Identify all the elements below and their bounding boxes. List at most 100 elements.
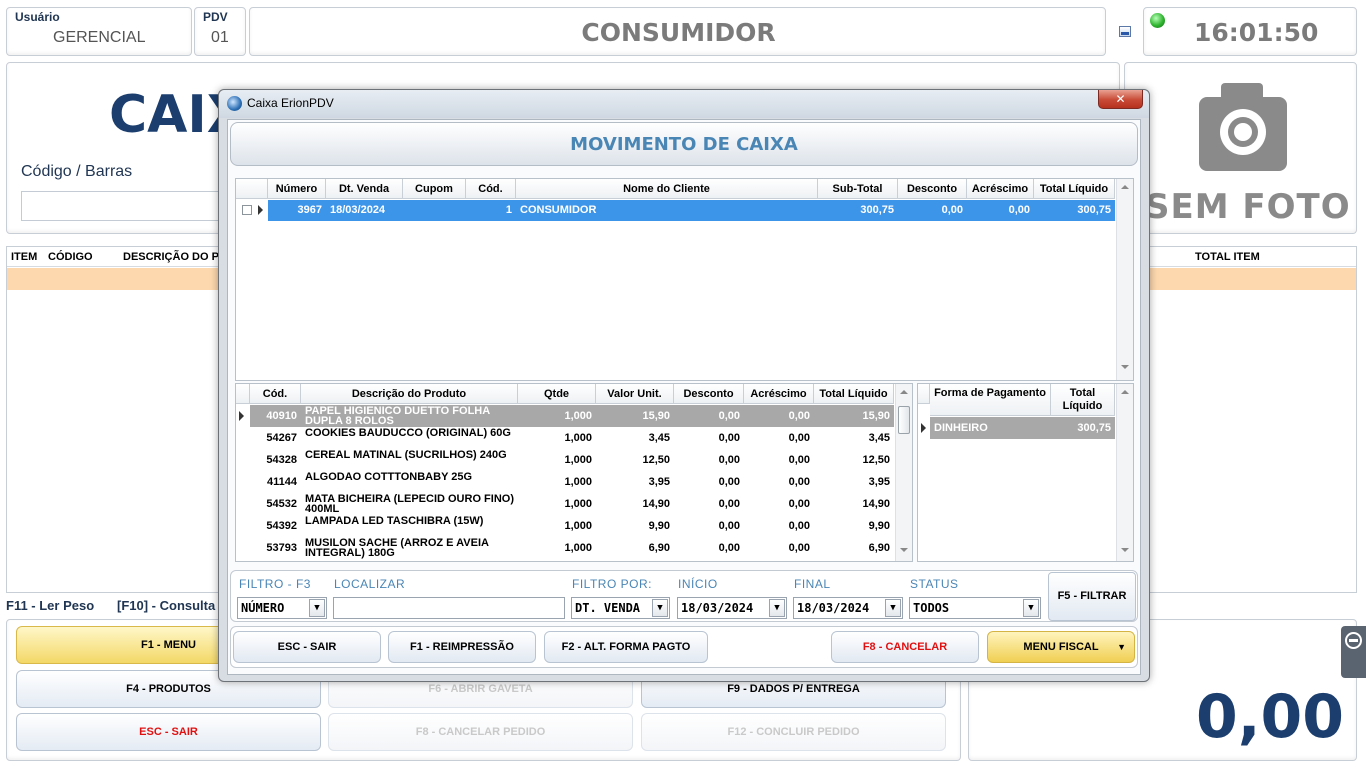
pay-col-forma-text: Forma de Pagamento	[934, 387, 1046, 399]
chevron-down-icon[interactable]: ▼	[1023, 599, 1039, 617]
filtro-por-label: FILTRO POR:	[572, 577, 652, 591]
final-label: FINAL	[794, 577, 831, 591]
product-cod: 54532	[266, 498, 297, 510]
prod-col-desconto[interactable]: Desconto	[674, 384, 744, 404]
close-icon: ✕	[1115, 92, 1126, 106]
scroll-up-icon[interactable]	[1121, 390, 1129, 394]
dialog-heading: MOVIMENTO DE CAIXA	[570, 134, 798, 155]
row-checkbox[interactable]	[242, 205, 252, 215]
payment-row[interactable]: DINHEIRO 300,75	[918, 417, 1115, 439]
inicio-date[interactable]: 18/03/2024 ▼	[677, 597, 787, 619]
usuario-label: Usuário	[15, 10, 60, 24]
codigo-input[interactable]	[21, 191, 221, 221]
side-tab-icon[interactable]	[1341, 626, 1366, 678]
sair-button[interactable]: ESC - SAIR	[233, 631, 381, 663]
sales-col-dtvenda[interactable]: Dt. Venda	[326, 179, 403, 199]
status-value: TODOS	[913, 601, 950, 615]
status-label: STATUS	[910, 577, 959, 591]
sales-col-acrescimo[interactable]: Acréscimo	[967, 179, 1034, 199]
prod-col-desc[interactable]: Descrição do Produto	[301, 384, 518, 404]
chevron-down-icon[interactable]: ▼	[769, 599, 785, 617]
product-acr: 0,00	[788, 498, 810, 510]
prod-col-cod[interactable]: Cód.	[250, 384, 301, 404]
prod-col-total[interactable]: Total Líquido	[814, 384, 894, 404]
sale-acrescimo: 0,00	[1008, 204, 1030, 216]
scroll-down-icon[interactable]	[1121, 365, 1129, 369]
sales-col-cod[interactable]: Cód.	[466, 179, 516, 199]
scroll-up-icon[interactable]	[1121, 185, 1129, 189]
product-desc-v: 0,00	[718, 432, 740, 444]
sales-col-subtotal[interactable]: Sub-Total	[818, 179, 898, 199]
sales-col-numero[interactable]: Número	[268, 179, 326, 199]
products-scrollbar[interactable]	[895, 384, 912, 561]
scroll-up-icon[interactable]	[900, 390, 908, 394]
product-row[interactable]: 54392 LAMPADA LED TASCHIBRA (15W) 1,000 9,9…	[236, 515, 894, 537]
product-desc-v: 0,00	[718, 476, 740, 488]
scroll-thumb[interactable]	[898, 406, 910, 434]
product-desc-v: 0,00	[718, 542, 740, 554]
prod-col-acrescimo[interactable]: Acréscimo	[744, 384, 814, 404]
final-date[interactable]: 18/03/2024 ▼	[793, 597, 903, 619]
pay-col-forma[interactable]: Forma de Pagamento	[930, 384, 1051, 416]
shortcut-f10: [F10] - Consulta	[117, 598, 216, 613]
clock: 16:01:50	[1194, 18, 1319, 47]
pay-col-total-text: Total Líquido	[1062, 387, 1103, 412]
product-desc-v: 0,00	[718, 498, 740, 510]
sale-subtotal: 300,75	[860, 204, 894, 216]
chevron-down-icon[interactable]: ▼	[885, 599, 901, 617]
prod-col-unit[interactable]: Valor Unit.	[596, 384, 674, 404]
sale-cliente: CONSUMIDOR	[520, 204, 597, 216]
product-total: 9,90	[868, 520, 890, 532]
product-row[interactable]: 53793 MUSILON SACHE (ARROZ E AVEIA INTEGR…	[236, 537, 894, 559]
product-row[interactable]: 54267 COOKIES BAUDUCCO (ORIGINAL) 60G 1,00…	[236, 427, 894, 449]
esc-sair-button[interactable]: ESC - SAIR	[16, 713, 321, 751]
localizar-input[interactable]	[333, 597, 565, 619]
payment-forma: DINHEIRO	[934, 422, 988, 434]
chevron-down-icon[interactable]: ▼	[309, 599, 325, 617]
product-total: 3,45	[868, 432, 890, 444]
product-qtde: 1,000	[564, 454, 592, 466]
sales-col-cliente[interactable]: Nome do Cliente	[516, 179, 818, 199]
alt-forma-pagto-button[interactable]: F2 - ALT. FORMA PAGTO	[544, 631, 708, 663]
product-desc-v: 0,00	[718, 520, 740, 532]
menu-fiscal-button[interactable]: MENU FISCAL ▼	[987, 631, 1135, 663]
chevron-down-icon[interactable]: ▼	[652, 599, 668, 617]
filtro-por-select[interactable]: DT. VENDA ▼	[571, 597, 670, 619]
f12-concluir-pedido-button[interactable]: F12 - CONCLUIR PEDIDO	[641, 713, 946, 751]
payments-scrollbar[interactable]	[1116, 384, 1133, 561]
scroll-down-icon[interactable]	[900, 548, 908, 552]
filtro-label: FILTRO - F3	[239, 577, 311, 591]
filtro-select[interactable]: NÚMERO ▼	[237, 597, 327, 619]
product-acr: 0,00	[788, 520, 810, 532]
sales-scrollbar[interactable]	[1116, 179, 1133, 380]
pay-col-total[interactable]: Total Líquido	[1051, 384, 1115, 416]
product-acr: 0,00	[788, 432, 810, 444]
product-qtde: 1,000	[564, 476, 592, 488]
minimize-icon[interactable]	[1119, 26, 1131, 37]
close-button[interactable]: ✕	[1098, 90, 1143, 109]
product-row[interactable]: 54328 CEREAL MATINAL (SUCRILHOS) 240G 1,00…	[236, 449, 894, 471]
dialog-titlebar[interactable]: Caixa ErionPDV ✕	[219, 90, 1149, 118]
sale-numero: 3967	[297, 204, 322, 216]
product-total: 3,95	[868, 476, 890, 488]
sales-col-desconto[interactable]: Desconto	[898, 179, 967, 199]
product-row[interactable]: 40910 PAPEL HIGIENICO DUETTO FOLHA DUPLA …	[236, 405, 894, 427]
status-select[interactable]: TODOS ▼	[909, 597, 1041, 619]
filter-panel: FILTRO - F3 NÚMERO ▼ LOCALIZAR FILTRO PO…	[230, 570, 1138, 622]
sales-col-cupom[interactable]: Cupom	[403, 179, 466, 199]
reimpressao-button[interactable]: F1 - REIMPRESSÃO	[388, 631, 536, 663]
product-row[interactable]: 41144 ALGODÃO COTTTONBABY 25G 1,000 3,95 0,0…	[236, 471, 894, 493]
cancelar-button[interactable]: F8 - CANCELAR	[831, 631, 979, 663]
scroll-down-icon[interactable]	[1121, 548, 1129, 552]
f8-cancelar-pedido-button[interactable]: F8 - CANCELAR PEDIDO	[328, 713, 633, 751]
menu-fiscal-label: MENU FISCAL	[1023, 641, 1099, 653]
prod-col-qtde[interactable]: Qtde	[518, 384, 596, 404]
pay-header-indicator	[918, 384, 930, 404]
sale-data: 18/03/2024	[330, 204, 386, 216]
product-acr: 0,00	[788, 542, 810, 554]
product-row[interactable]: 54532 MATA BICHEIRA (LEPECID OURO FINO) 4…	[236, 493, 894, 515]
sales-col-total[interactable]: Total Líquido	[1034, 179, 1115, 199]
product-cod: 53793	[266, 542, 297, 554]
sales-row[interactable]: 3967 18/03/2024 1 CONSUMIDOR 300,75 0,00…	[236, 200, 1115, 221]
filtrar-button[interactable]: F5 - FILTRAR	[1048, 572, 1136, 621]
